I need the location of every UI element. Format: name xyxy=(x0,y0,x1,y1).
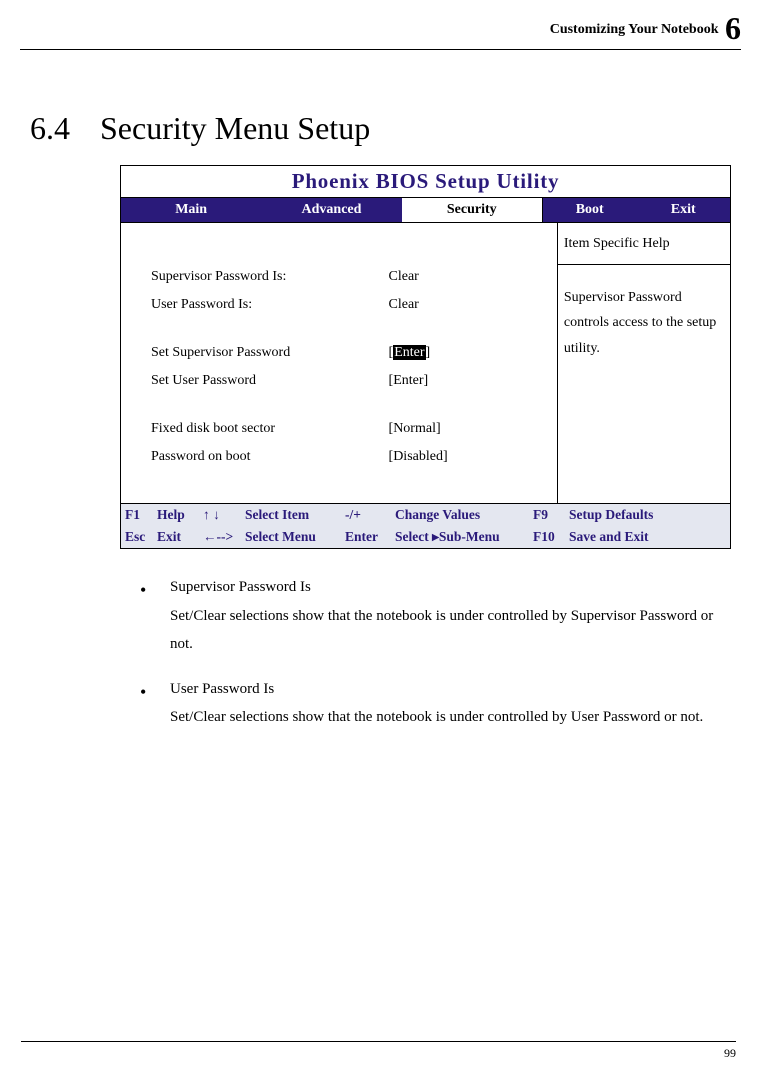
page-footer: 99 xyxy=(21,1041,736,1061)
label: Set Supervisor Password xyxy=(151,339,389,367)
key-minusplus: -/+ xyxy=(345,507,395,523)
row-set-supervisor-pw[interactable]: Set Supervisor Password [Enter] xyxy=(151,339,547,367)
value: [Disabled] xyxy=(389,443,547,471)
row-set-user-pw[interactable]: Set User Password [Enter] xyxy=(151,367,547,395)
running-header: Customizing Your Notebook 6 xyxy=(20,10,741,50)
value: Clear xyxy=(389,263,547,291)
label-setup-defaults: Setup Defaults xyxy=(569,507,726,523)
key-esc: Esc xyxy=(125,529,157,545)
list-item: Supervisor Password Is Set/Clear selecti… xyxy=(140,573,731,659)
section-heading: 6.4 Security Menu Setup xyxy=(30,110,731,147)
bios-settings-panel: Supervisor Password Is: Clear User Passw… xyxy=(121,223,557,503)
label: Password on boot xyxy=(151,443,389,471)
tab-exit[interactable]: Exit xyxy=(636,198,730,222)
bios-tabs: Main Advanced Security Boot Exit xyxy=(121,198,730,223)
key-f9: F9 xyxy=(533,507,569,523)
tab-boot[interactable]: Boot xyxy=(543,198,637,222)
bullet-list: Supervisor Password Is Set/Clear selecti… xyxy=(140,573,731,732)
section-number: 6.4 xyxy=(30,110,100,147)
help-body: Supervisor Password controls access to t… xyxy=(558,265,730,369)
label-help: Help xyxy=(157,507,203,523)
label-select-item: Select Item xyxy=(245,507,345,523)
row-password-on-boot[interactable]: Password on boot [Disabled] xyxy=(151,443,547,471)
page-number: 99 xyxy=(724,1046,736,1060)
help-title: Item Specific Help xyxy=(558,223,730,265)
key-f10: F10 xyxy=(533,529,569,545)
bios-title: Phoenix BIOS Setup Utility xyxy=(121,166,730,198)
bios-footer: F1 Help ↑ ↓ Select Item -/+ Change Value… xyxy=(121,503,730,548)
header-text: Customizing Your Notebook xyxy=(550,22,719,37)
bullet-title: User Password Is xyxy=(170,681,274,697)
key-enter: Enter xyxy=(345,529,395,545)
label-exit: Exit xyxy=(157,529,203,545)
chapter-number: 6 xyxy=(725,10,741,46)
tab-security[interactable]: Security xyxy=(402,198,543,222)
arrows-updown-icon: ↑ ↓ xyxy=(203,507,245,523)
row-user-pw-status: User Password Is: Clear xyxy=(151,291,547,319)
list-item: User Password Is Set/Clear selections sh… xyxy=(140,675,731,732)
key-f1: F1 xyxy=(125,507,157,523)
label-select-submenu: Select ▸Sub-Menu xyxy=(395,529,533,545)
label-change-values: Change Values xyxy=(395,507,533,523)
tab-main[interactable]: Main xyxy=(121,198,261,222)
row-fixed-disk-boot[interactable]: Fixed disk boot sector [Normal] xyxy=(151,415,547,443)
label: Fixed disk boot sector xyxy=(151,415,389,443)
section-title: Security Menu Setup xyxy=(100,110,370,147)
bullet-body: Set/Clear selections show that the noteb… xyxy=(170,709,703,725)
label-save-exit: Save and Exit xyxy=(569,529,726,545)
bios-help-panel: Item Specific Help Supervisor Password c… xyxy=(557,223,730,503)
row-supervisor-pw-status: Supervisor Password Is: Clear xyxy=(151,263,547,291)
bullet-title: Supervisor Password Is xyxy=(170,579,311,595)
tab-advanced[interactable]: Advanced xyxy=(261,198,401,222)
label: Set User Password xyxy=(151,367,389,395)
label: User Password Is: xyxy=(151,291,389,319)
arrows-leftright-icon: ←--> xyxy=(203,529,245,545)
selected-value: Enter xyxy=(393,345,425,360)
value: [Normal] xyxy=(389,415,547,443)
bullet-body: Set/Clear selections show that the noteb… xyxy=(170,608,713,653)
label: Supervisor Password Is: xyxy=(151,263,389,291)
bios-screenshot: Phoenix BIOS Setup Utility Main Advanced… xyxy=(120,165,731,549)
value: [Enter] xyxy=(389,367,547,395)
value: [Enter] xyxy=(389,339,547,367)
label-select-menu: Select Menu xyxy=(245,529,345,545)
value: Clear xyxy=(389,291,547,319)
